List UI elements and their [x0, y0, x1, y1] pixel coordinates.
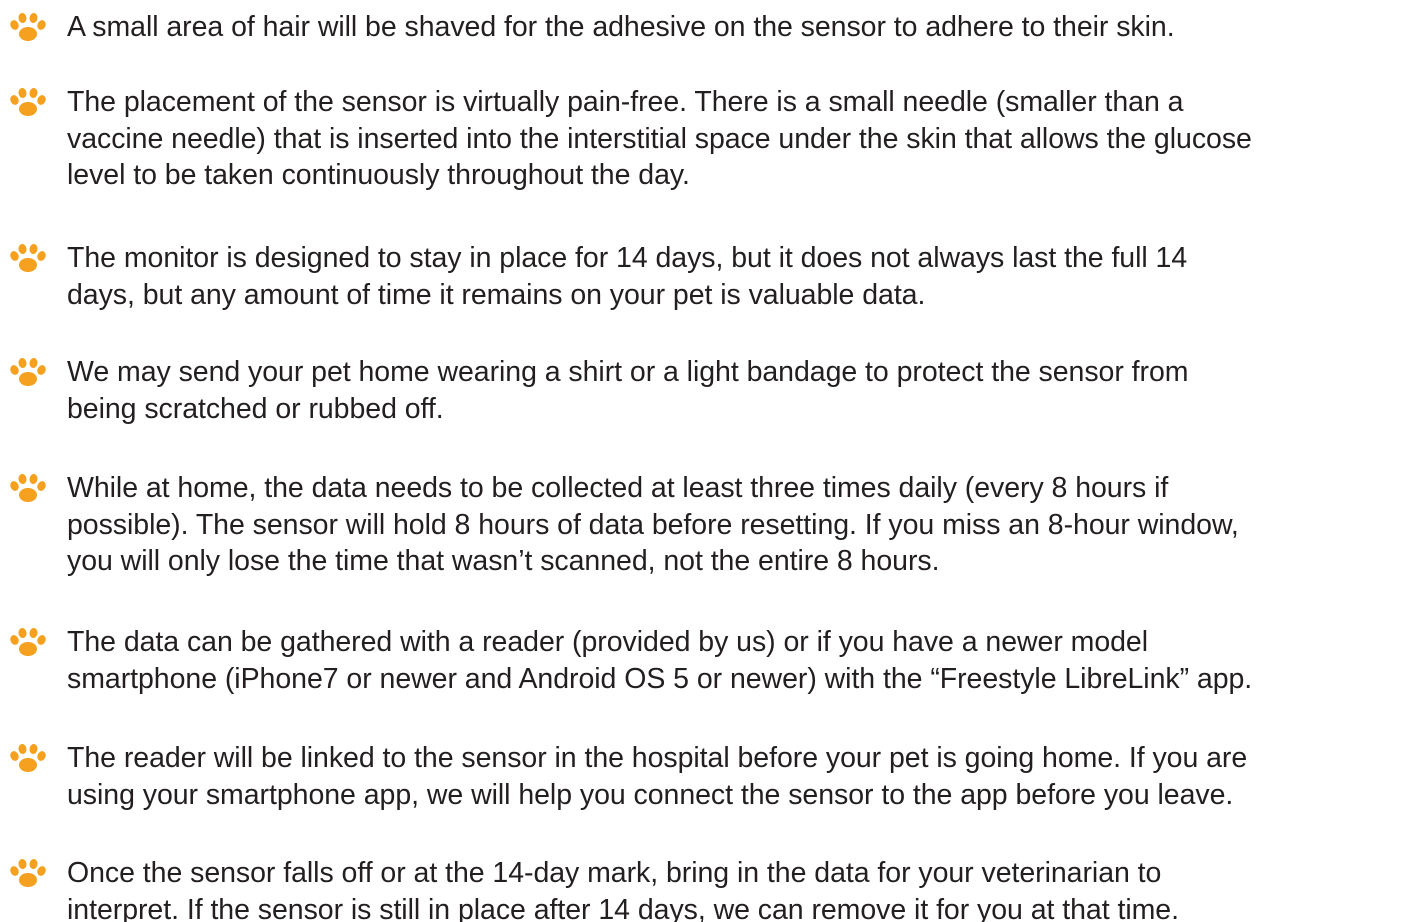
paw-print-icon: [9, 12, 47, 44]
paw-print-icon: [9, 357, 47, 389]
bullet-text: The reader will be linked to the sensor …: [67, 742, 1248, 811]
document-page: A small area of hair will be shaved for …: [0, 0, 1407, 922]
bullet-text: While at home, the data needs to be coll…: [67, 472, 1239, 577]
bullet-text: The placement of the sensor is virtually…: [67, 86, 1252, 191]
paw-print-icon: [9, 473, 47, 505]
paw-print-icon: [9, 243, 47, 275]
paw-print-icon: [9, 743, 47, 775]
paw-print-icon: [9, 858, 47, 890]
bullet-text: We may send your pet home wearing a shir…: [67, 356, 1189, 425]
bullet-text: The data can be gathered with a reader (…: [67, 626, 1253, 695]
paw-print-icon: [9, 87, 47, 119]
bullet-text: A small area of hair will be shaved for …: [67, 11, 1175, 43]
bullet-text: The monitor is designed to stay in place…: [67, 242, 1188, 311]
bullet-text: Once the sensor falls off or at the 14-d…: [67, 857, 1179, 922]
paw-print-icon: [9, 627, 47, 659]
